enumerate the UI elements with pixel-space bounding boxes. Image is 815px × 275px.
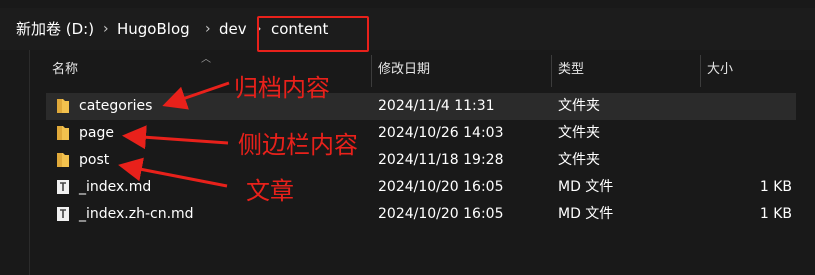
file-name: post — [79, 152, 110, 168]
folder-icon — [57, 153, 69, 167]
file-date-modified: 2024/10/20 16:05 — [378, 206, 504, 222]
chevron-right-icon[interactable]: › — [205, 20, 211, 38]
file-type: MD 文件 — [558, 206, 614, 222]
file-size: 1 KB — [759, 179, 792, 195]
list-item[interactable]: _index.md 2024/10/20 16:05 MD 文件 1 KB — [46, 174, 796, 201]
column-header: 名称 修改日期 类型 大小 — [46, 55, 796, 87]
breadcrumb-dev[interactable]: dev — [219, 20, 247, 38]
file-date-modified: 2024/10/20 16:05 — [378, 179, 504, 195]
breadcrumb-hugoblog[interactable]: HugoBlog — [117, 20, 190, 38]
list-item[interactable]: categories 2024/11/4 11:31 文件夹 — [46, 93, 796, 120]
column-header-size[interactable]: 大小 — [701, 55, 796, 87]
folder-icon — [57, 126, 69, 140]
annotation-highlight-box — [257, 16, 369, 52]
file-type: 文件夹 — [558, 98, 600, 114]
file-date-modified: 2024/11/4 11:31 — [378, 98, 495, 114]
file-date-modified: 2024/10/26 14:03 — [378, 125, 504, 141]
markdown-file-icon — [57, 207, 69, 221]
folder-icon — [57, 99, 69, 113]
list-item[interactable]: _index.zh-cn.md 2024/10/20 16:05 MD 文件 1… — [46, 201, 796, 228]
file-name: page — [79, 125, 114, 141]
address-bar[interactable]: 新加卷 (D:) › HugoBlog › dev › content — [0, 8, 815, 52]
file-type: MD 文件 — [558, 179, 614, 195]
annotation-articles: 文章 — [246, 177, 294, 205]
markdown-file-icon — [57, 180, 69, 194]
navigation-pane[interactable] — [0, 50, 30, 275]
file-name: categories — [79, 98, 153, 114]
column-header-type[interactable]: 类型 — [552, 55, 699, 87]
file-name: _index.md — [79, 179, 152, 195]
list-item[interactable]: post 2024/11/18 19:28 文件夹 — [46, 147, 796, 174]
file-type: 文件夹 — [558, 125, 600, 141]
file-size: 1 KB — [759, 206, 792, 222]
file-explorer-window: 新加卷 (D:) › HugoBlog › dev › content ︿ 名称… — [0, 0, 815, 275]
chevron-right-icon[interactable]: › — [103, 20, 109, 38]
annotation-sidebar-content: 侧边栏内容 — [238, 131, 358, 159]
breadcrumb-drive-d[interactable]: 新加卷 (D:) — [16, 20, 94, 38]
file-date-modified: 2024/11/18 19:28 — [378, 152, 504, 168]
column-header-date-modified[interactable]: 修改日期 — [372, 55, 550, 87]
file-type: 文件夹 — [558, 152, 600, 168]
list-item[interactable]: page 2024/10/26 14:03 文件夹 — [46, 120, 796, 147]
file-list: categories 2024/11/4 11:31 文件夹 page 2024… — [46, 93, 796, 228]
annotation-archive-content: 归档内容 — [234, 74, 330, 102]
file-name: _index.zh-cn.md — [79, 206, 194, 222]
